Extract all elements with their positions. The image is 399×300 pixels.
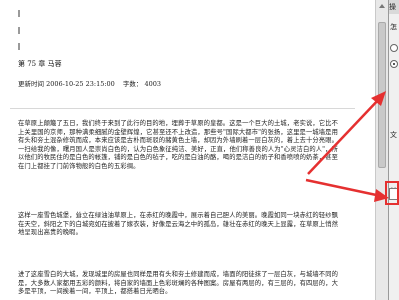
- annotation-highlight-box: [385, 181, 399, 205]
- annotation-arrow: [307, 97, 381, 175]
- annotation-arrows: [305, 91, 399, 205]
- annotation-arrow: [305, 178, 382, 198]
